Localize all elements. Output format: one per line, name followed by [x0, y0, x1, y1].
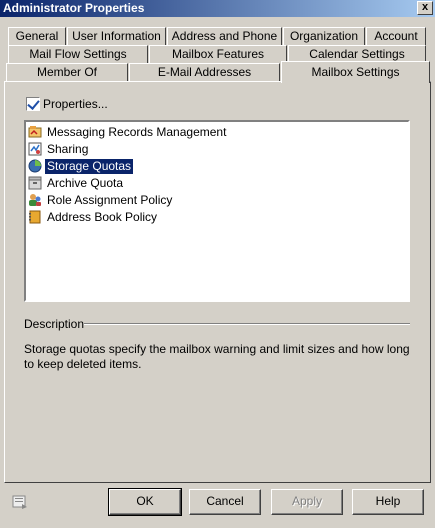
tab-user-information[interactable]: User Information [67, 27, 166, 45]
storage-quotas-icon [28, 159, 42, 173]
list-item[interactable]: Sharing [28, 141, 90, 157]
mailbox-settings-list[interactable]: Messaging Records Management Sharing Sto… [24, 120, 410, 302]
tab-general[interactable]: General [8, 27, 66, 45]
sharing-icon [28, 142, 42, 156]
window-title: Administrator Properties [3, 1, 145, 15]
description-heading: Description [24, 317, 85, 331]
checkbox-checked-icon[interactable] [26, 97, 40, 111]
description-divider [84, 323, 410, 325]
tab-mail-flow-settings[interactable]: Mail Flow Settings [8, 45, 148, 63]
properties-checkbox[interactable]: Properties... [26, 97, 108, 111]
tab-mailbox-settings[interactable]: Mailbox Settings [281, 61, 430, 83]
ok-button[interactable]: OK [108, 488, 182, 516]
role-assignment-icon [28, 193, 42, 207]
title-bar: Administrator Properties x [0, 0, 435, 17]
tab-address-and-phone[interactable]: Address and Phone [167, 27, 282, 45]
status-icon [12, 494, 28, 510]
properties-label: Properties... [43, 97, 108, 111]
close-button[interactable]: x [417, 1, 433, 15]
cancel-button[interactable]: Cancel [189, 489, 261, 515]
list-item[interactable]: Role Assignment Policy [28, 192, 174, 208]
archive-quota-icon [28, 176, 42, 190]
tab-email-addresses[interactable]: E-Mail Addresses [129, 63, 280, 81]
apply-button[interactable]: Apply [271, 489, 343, 515]
list-item[interactable]: Address Book Policy [28, 209, 159, 225]
description-text: Storage quotas specify the mailbox warni… [24, 342, 410, 371]
list-item-selected[interactable]: Storage Quotas [28, 157, 135, 175]
records-management-icon [28, 125, 42, 139]
tab-member-of[interactable]: Member Of [6, 63, 128, 81]
tab-account[interactable]: Account [366, 27, 426, 45]
help-button[interactable]: Help [352, 489, 424, 515]
address-book-icon [28, 210, 42, 224]
tab-mailbox-features[interactable]: Mailbox Features [149, 45, 287, 63]
list-item[interactable]: Messaging Records Management [28, 124, 228, 140]
tab-organization[interactable]: Organization [283, 27, 365, 45]
list-item[interactable]: Archive Quota [28, 175, 125, 191]
